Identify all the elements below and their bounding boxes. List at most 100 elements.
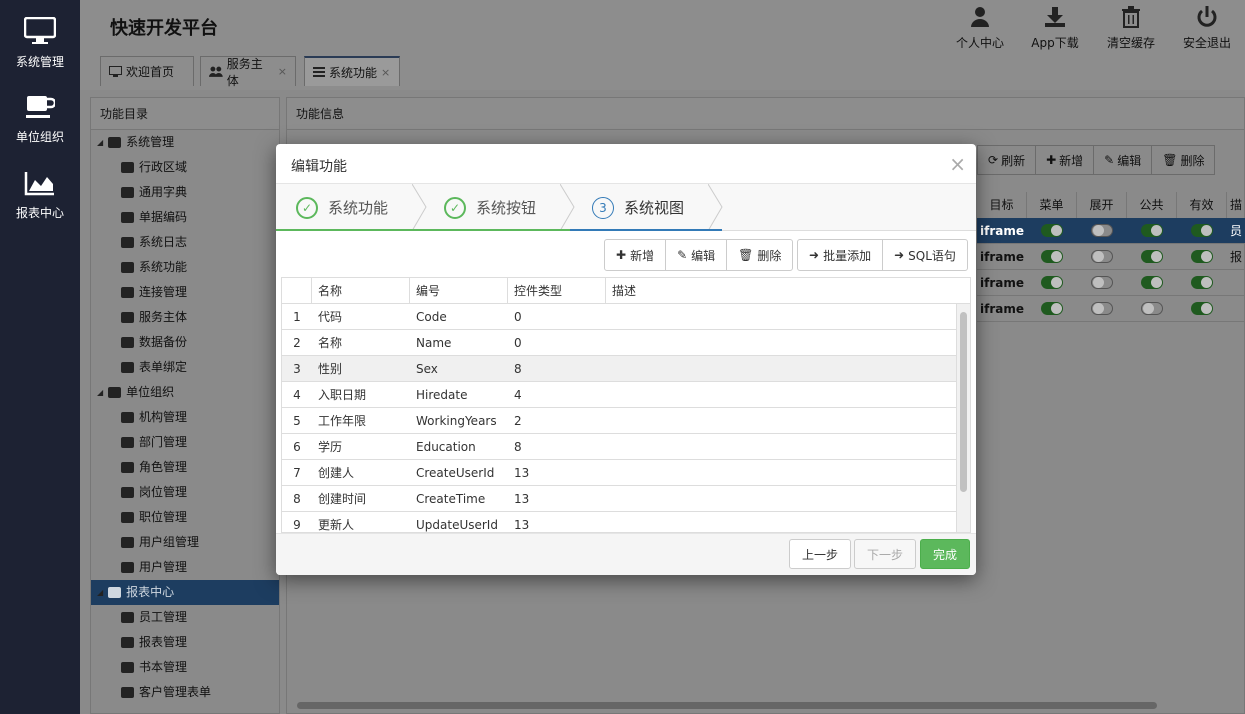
next-button[interactable]: 下一步 <box>854 539 917 569</box>
table-row[interactable]: 6 学历 Education 8 <box>282 434 970 460</box>
sidebar-item-system[interactable]: 系统管理 <box>0 0 80 76</box>
tree-item[interactable]: 服务主体 <box>91 305 279 330</box>
tree-item[interactable]: 机构管理 <box>91 405 279 430</box>
tree-item[interactable]: 书本管理 <box>91 655 279 680</box>
tree-item[interactable]: 报表管理 <box>91 630 279 655</box>
finish-button[interactable]: 完成 <box>920 539 971 569</box>
toggle-switch[interactable] <box>1091 250 1113 263</box>
toggle-switch[interactable] <box>1191 276 1213 289</box>
expand-arrow-icon[interactable]: ◢ <box>97 380 103 405</box>
table-row[interactable]: 2 名称 Name 0 <box>282 330 970 356</box>
toggle-switch[interactable] <box>1141 302 1163 315</box>
column-header[interactable]: 名称 <box>312 278 410 303</box>
cell-target: iframe <box>980 275 1024 290</box>
refresh-button[interactable]: ⟳ 刷新 <box>978 146 1037 174</box>
toggle-switch[interactable] <box>1041 302 1063 315</box>
close-icon[interactable]: × <box>949 152 966 176</box>
table-row[interactable]: 8 创建时间 CreateTime 13 <box>282 486 970 512</box>
tree-item[interactable]: 岗位管理 <box>91 480 279 505</box>
column-header[interactable]: 编号 <box>410 278 508 303</box>
column-header[interactable]: 描述 <box>606 278 951 303</box>
table-row[interactable]: 5 工作年限 WorkingYears 2 <box>282 408 970 434</box>
toggle-switch[interactable] <box>1091 276 1113 289</box>
column-header[interactable]: 菜单 <box>1027 192 1077 218</box>
power-icon <box>1197 6 1217 27</box>
toggle-switch[interactable] <box>1191 224 1213 237</box>
table-row[interactable]: 3 性别 Sex 8 <box>282 356 970 382</box>
tab-system-function[interactable]: 系统功能 × <box>304 56 400 86</box>
toggle-switch[interactable] <box>1041 276 1063 289</box>
table-row[interactable]: 9 更新人 UpdateUserId 13 <box>282 512 970 532</box>
toggle-switch[interactable] <box>1091 224 1113 237</box>
tree-item[interactable]: 连接管理 <box>91 280 279 305</box>
table-row[interactable]: iframe <box>977 296 1245 322</box>
sidebar-item-org[interactable]: 单位组织 <box>0 76 80 152</box>
column-header[interactable]: 公共 <box>1127 192 1177 218</box>
clear-cache-button[interactable]: 清空缓存 <box>1097 6 1165 51</box>
tree-item[interactable]: 用户组管理 <box>91 530 279 555</box>
table-row[interactable]: iframe 报 <box>977 244 1245 270</box>
table-row[interactable]: 1 代码 Code 0 <box>282 304 970 330</box>
expand-arrow-icon[interactable]: ◢ <box>97 580 103 605</box>
toggle-switch[interactable] <box>1091 302 1113 315</box>
tree-item[interactable]: ◢ 单位组织 <box>91 380 279 405</box>
add-button[interactable]: ✚ 新增 <box>1036 146 1095 174</box>
step-system-view[interactable]: 3 系统视图 <box>592 184 684 231</box>
toggle-switch[interactable] <box>1141 224 1163 237</box>
sidebar-item-report[interactable]: 报表中心 <box>0 152 80 228</box>
logout-button[interactable]: 安全退出 <box>1173 6 1241 51</box>
toggle-switch[interactable] <box>1191 250 1213 263</box>
tree-item[interactable]: 系统功能 <box>91 255 279 280</box>
tree-item[interactable]: 部门管理 <box>91 430 279 455</box>
toggle-switch[interactable] <box>1041 250 1063 263</box>
table-row[interactable]: 7 创建人 CreateUserId 13 <box>282 460 970 486</box>
tree-item[interactable]: 数据备份 <box>91 330 279 355</box>
toggle-switch[interactable] <box>1191 302 1213 315</box>
tree-item[interactable]: 客户管理表单 <box>91 680 279 705</box>
column-header[interactable]: 目标 <box>977 192 1027 218</box>
tree-item[interactable]: 角色管理 <box>91 455 279 480</box>
toggle-switch[interactable] <box>1141 276 1163 289</box>
close-icon[interactable]: × <box>381 66 390 79</box>
column-header[interactable]: 控件类型 <box>508 278 606 303</box>
scrollbar-thumb[interactable] <box>960 312 967 492</box>
tree-item[interactable]: ◢ 系统管理 <box>91 130 279 155</box>
expand-arrow-icon[interactable]: ◢ <box>97 130 103 155</box>
prev-button[interactable]: 上一步 <box>789 539 852 569</box>
close-icon[interactable]: × <box>278 65 287 78</box>
column-header[interactable]: 有效 <box>1177 192 1227 218</box>
vertical-scrollbar[interactable] <box>956 304 970 532</box>
edit-button[interactable]: ✎ 编辑 <box>1094 146 1153 174</box>
edit-button[interactable]: ✎ 编辑 <box>666 240 728 270</box>
tree-item-icon <box>121 212 134 223</box>
tab-service[interactable]: 服务主体 × <box>200 56 296 88</box>
table-row[interactable]: iframe 员 <box>977 218 1245 244</box>
cell <box>1177 270 1227 295</box>
step-system-buttons[interactable]: ✓ 系统按钮 <box>444 184 536 231</box>
tab-welcome[interactable]: 欢迎首页 <box>100 56 194 86</box>
delete-button[interactable]: 🗑 删除 <box>1152 146 1214 174</box>
step-system-function[interactable]: ✓ 系统功能 <box>296 184 388 231</box>
column-header[interactable]: 描 <box>1227 192 1245 218</box>
batch-add-button[interactable]: ➜ 批量添加 <box>798 240 884 270</box>
app-download-button[interactable]: App下载 <box>1021 6 1089 51</box>
profile-button[interactable]: 个人中心 <box>946 6 1014 51</box>
tree-item[interactable]: 单据编码 <box>91 205 279 230</box>
tree-item[interactable]: 员工管理 <box>91 605 279 630</box>
toggle-switch[interactable] <box>1141 250 1163 263</box>
column-header[interactable]: 展开 <box>1077 192 1127 218</box>
table-row[interactable]: 4 入职日期 Hiredate 4 <box>282 382 970 408</box>
horizontal-scrollbar[interactable] <box>297 702 1157 709</box>
tree-item[interactable]: 行政区域 <box>91 155 279 180</box>
sql-button[interactable]: ➜ SQL语句 <box>883 240 967 270</box>
tree-item[interactable]: 用户管理 <box>91 555 279 580</box>
table-row[interactable]: iframe <box>977 270 1245 296</box>
delete-button[interactable]: 🗑 删除 <box>727 240 792 270</box>
tree-item[interactable]: ◢ 报表中心 <box>91 580 279 605</box>
tree-item[interactable]: 系统日志 <box>91 230 279 255</box>
tree-item[interactable]: 表单绑定 <box>91 355 279 380</box>
toggle-switch[interactable] <box>1041 224 1063 237</box>
add-button[interactable]: ✚ 新增 <box>605 240 667 270</box>
tree-item[interactable]: 职位管理 <box>91 505 279 530</box>
tree-item[interactable]: 通用字典 <box>91 180 279 205</box>
